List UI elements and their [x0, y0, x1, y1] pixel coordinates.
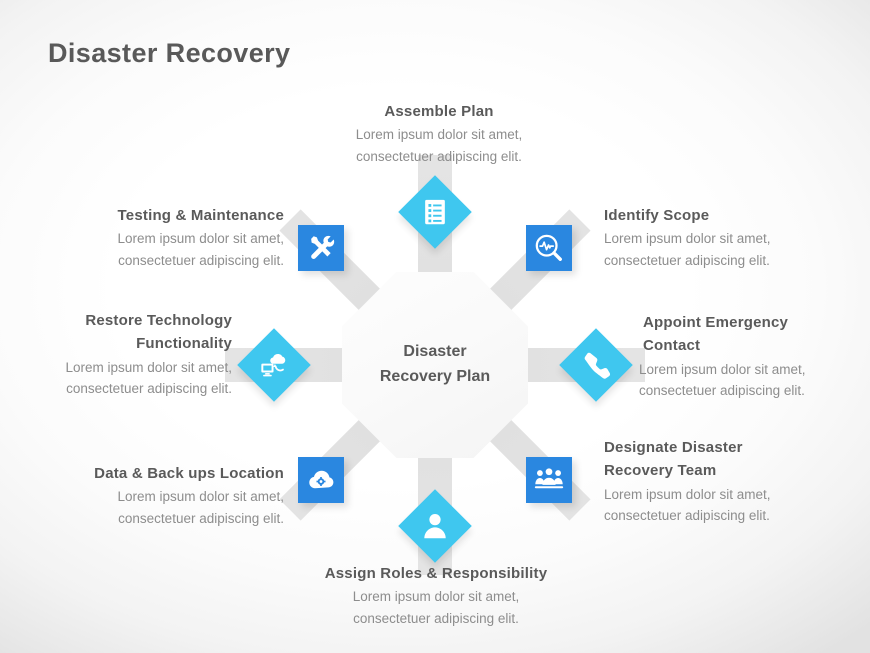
- node-body-line-1: Lorem ipsum dolor sit amet,: [117, 231, 284, 247]
- badge-testing-maintenance[interactable]: [298, 225, 344, 271]
- node-title-line-1: Designate Disaster: [604, 439, 743, 456]
- node-body: Lorem ipsum dolor sit amet, consectetuer…: [639, 359, 839, 403]
- node-body-line-2: consectetuer adipiscing elit.: [356, 149, 522, 165]
- cloud-sync-icon: [306, 465, 336, 495]
- node-body-line-2: consectetuer adipiscing elit.: [66, 381, 232, 397]
- node-body-line-2: consectetuer adipiscing elit.: [118, 253, 284, 269]
- node-title: Data & Back ups Location: [94, 465, 284, 482]
- node-text-identify-scope: Identify Scope Lorem ipsum dolor sit ame…: [604, 204, 836, 272]
- node-title: Assign Roles & Responsibility: [324, 565, 548, 582]
- hub-title-line-1: Disaster: [403, 343, 467, 361]
- badge-identify-scope[interactable]: [526, 225, 572, 271]
- node-title: Identify Scope: [604, 207, 710, 224]
- node-text-assemble-plan: Assemble Plan Lorem ipsum dolor sit amet…: [305, 100, 573, 168]
- node-body: Lorem ipsum dolor sit amet, consectetuer…: [48, 486, 284, 530]
- phone-icon: [581, 350, 611, 380]
- clipboard-list-icon: [420, 197, 450, 227]
- node-body: Lorem ipsum dolor sit amet, consectetuer…: [604, 484, 836, 528]
- node-text-assign-roles: Assign Roles & Responsibility Lorem ipsu…: [300, 562, 572, 630]
- slide-canvas: Disaster Recovery Disaster Recovery Plan: [0, 0, 870, 653]
- cloud-computer-sync-icon: [259, 350, 289, 380]
- node-body: Lorem ipsum dolor sit amet, consectetuer…: [20, 357, 232, 401]
- node-title-line-1: Appoint Emergency: [643, 314, 789, 331]
- tools-icon: [306, 233, 336, 263]
- node-text-data-backups-location: Data & Back ups Location Lorem ipsum dol…: [48, 462, 284, 530]
- node-body-line-2: consectetuer adipiscing elit.: [639, 383, 805, 399]
- badge-restore-technology[interactable]: [237, 328, 311, 402]
- node-title-line-2: Functionality: [136, 335, 232, 353]
- magnifier-pulse-icon: [534, 233, 564, 263]
- node-text-restore-technology: Restore Technology Functionality Lorem i…: [20, 309, 232, 400]
- node-body-line-1: Lorem ipsum dolor sit amet,: [639, 361, 806, 377]
- node-body-line-1: Lorem ipsum dolor sit amet,: [65, 359, 232, 375]
- node-body: Lorem ipsum dolor sit amet, consectetuer…: [305, 124, 573, 168]
- badge-designate-recovery-team[interactable]: [526, 457, 572, 503]
- node-body-line-1: Lorem ipsum dolor sit amet,: [352, 589, 520, 605]
- node-body-line-1: Lorem ipsum dolor sit amet,: [355, 127, 523, 143]
- person-icon: [420, 511, 450, 541]
- node-body-line-1: Lorem ipsum dolor sit amet,: [117, 489, 284, 505]
- node-title-line-2: Contact: [643, 337, 701, 355]
- node-title: Testing & Maintenance: [117, 207, 284, 224]
- node-text-appoint-emergency-contact: Appoint Emergency Contact Lorem ipsum do…: [639, 311, 843, 402]
- node-body-line-2: consectetuer adipiscing elit.: [353, 611, 519, 627]
- node-body-line-2: consectetuer adipiscing elit.: [604, 253, 770, 269]
- center-octagon: Disaster Recovery Plan: [342, 272, 528, 458]
- badge-appoint-emergency-contact[interactable]: [559, 328, 633, 402]
- node-title-line-2: Recovery Team: [604, 462, 717, 480]
- node-body-line-2: consectetuer adipiscing elit.: [604, 508, 770, 524]
- badge-assign-roles[interactable]: [398, 489, 472, 563]
- node-title-line-1: Restore Technology: [85, 312, 232, 329]
- node-body-line-1: Lorem ipsum dolor sit amet,: [604, 231, 771, 247]
- node-body-line-2: consectetuer adipiscing elit.: [118, 511, 284, 527]
- badge-data-backups-location[interactable]: [298, 457, 344, 503]
- node-body: Lorem ipsum dolor sit amet, consectetuer…: [604, 228, 836, 272]
- node-body: Lorem ipsum dolor sit amet, consectetuer…: [300, 586, 572, 630]
- node-title: Assemble Plan: [384, 103, 494, 120]
- node-body: Lorem ipsum dolor sit amet, consectetuer…: [58, 228, 284, 272]
- team-group-icon: [534, 465, 564, 495]
- node-text-designate-recovery-team: Designate Disaster Recovery Team Lorem i…: [604, 436, 836, 527]
- page-title: Disaster Recovery: [48, 38, 291, 68]
- badge-assemble-plan[interactable]: [398, 175, 472, 249]
- node-text-testing-maintenance: Testing & Maintenance Lorem ipsum dolor …: [58, 204, 284, 272]
- node-body-line-1: Lorem ipsum dolor sit amet,: [604, 486, 771, 502]
- hub-title-line-2: Recovery Plan: [379, 368, 491, 385]
